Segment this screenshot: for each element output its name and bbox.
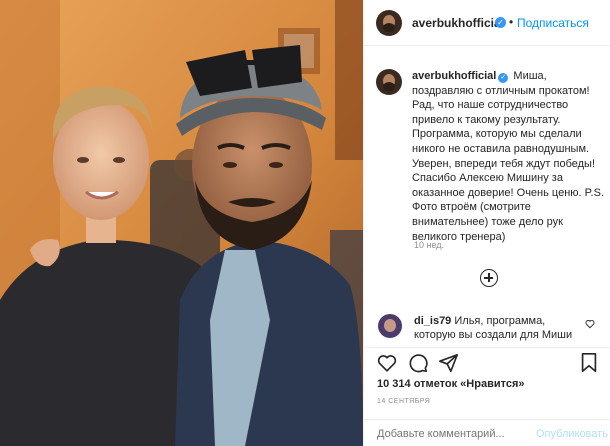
post-photo[interactable] bbox=[0, 0, 363, 446]
add-comment-bar: Опубликовать bbox=[364, 419, 610, 446]
publish-button[interactable]: Опубликовать bbox=[536, 428, 608, 440]
bookmark-icon[interactable] bbox=[579, 352, 599, 374]
caption-username[interactable]: averbukhofficial bbox=[412, 70, 496, 82]
post-caption: averbukhofficial ✓ Миша, поздравляю с отл… bbox=[412, 69, 608, 244]
caption-verified-icon: ✓ bbox=[498, 73, 509, 83]
comment-like-heart-icon[interactable] bbox=[585, 319, 595, 329]
header-separator: • bbox=[509, 15, 514, 29]
comment-input[interactable] bbox=[377, 428, 527, 440]
action-bar bbox=[364, 347, 610, 375]
likes-count[interactable]: 10 314 отметок «Нравится» bbox=[377, 378, 525, 390]
plus-circle-icon[interactable] bbox=[480, 269, 498, 287]
caption-text: Миша, поздравляю с отличным прокатом! Ра… bbox=[412, 70, 605, 243]
comments-list[interactable]: averbukhofficial ✓ Миша, поздравляю с отл… bbox=[364, 47, 610, 347]
author-avatar[interactable] bbox=[376, 10, 402, 36]
photo-illustration bbox=[0, 0, 363, 446]
heart-icon[interactable] bbox=[376, 352, 398, 374]
post-side-panel: averbukhofficial ✓ • Подписаться averbuk… bbox=[363, 0, 610, 446]
verified-badge-icon: ✓ bbox=[495, 17, 506, 28]
share-icon[interactable] bbox=[438, 352, 460, 374]
comment-icon[interactable] bbox=[407, 352, 429, 374]
likes-number: 10 314 bbox=[377, 378, 411, 390]
comment-username[interactable]: di_is79 bbox=[414, 315, 451, 327]
likes-label: отметок «Нравится» bbox=[413, 378, 525, 390]
caption-time[interactable]: 10 нед. bbox=[414, 240, 444, 250]
post-date[interactable]: 14 СЕНТЯБРЯ bbox=[377, 398, 430, 405]
comment-item: di_is79 Илья, программа, которую вы созд… bbox=[414, 314, 584, 342]
caption-author-avatar[interactable] bbox=[376, 69, 402, 95]
author-username[interactable]: averbukhofficial bbox=[412, 16, 504, 30]
commenter-avatar[interactable] bbox=[378, 314, 402, 338]
follow-button[interactable]: Подписаться bbox=[517, 16, 589, 30]
post-header: averbukhofficial ✓ • Подписаться bbox=[364, 0, 610, 46]
